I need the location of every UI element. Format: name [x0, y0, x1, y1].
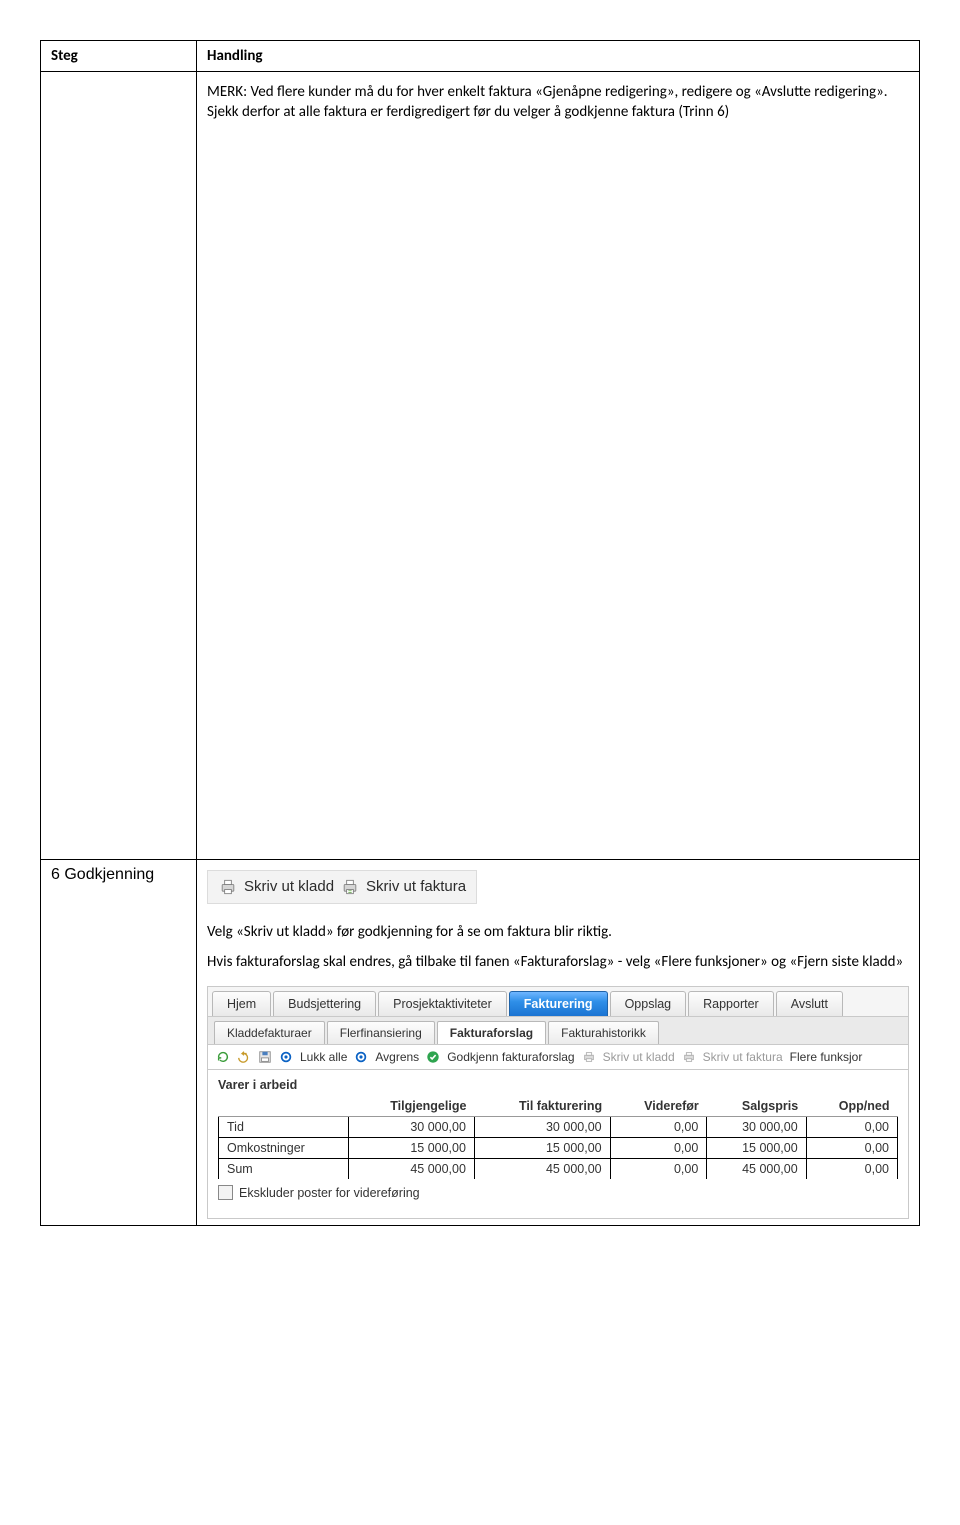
- toolbar-skriv-kladd: Skriv ut kladd: [603, 1050, 675, 1064]
- printer-icon: [682, 1050, 696, 1064]
- tab-budsjettering[interactable]: Budsjettering: [273, 991, 376, 1016]
- cell: 45 000,00: [707, 1159, 806, 1180]
- printer-icon: [582, 1050, 596, 1064]
- row-label: Sum: [219, 1159, 349, 1180]
- toolbar: Lukk alle Avgrens Godkjenn fakturaforsla…: [208, 1044, 908, 1070]
- toolbar-avgrens[interactable]: Avgrens: [375, 1050, 419, 1064]
- cell: 0,00: [610, 1159, 707, 1180]
- table-row: Sum 45 000,00 45 000,00 0,00 45 000,00 0…: [219, 1159, 898, 1180]
- header-handling: Handling: [197, 41, 920, 72]
- varer-title: Varer i arbeid: [218, 1078, 898, 1092]
- note-paragraph: MERK: Ved flere kunder må du for hver en…: [207, 82, 909, 123]
- refresh-icon[interactable]: [216, 1050, 230, 1064]
- step-cell-6: 6 Godkjenning: [41, 859, 197, 1226]
- tab-hjem[interactable]: Hjem: [212, 991, 271, 1016]
- subtab-fakturaforslag[interactable]: Fakturaforslag: [437, 1021, 546, 1044]
- secondary-tabs: Kladdefakturaer Flerfinansiering Faktura…: [208, 1016, 908, 1044]
- instruction-p1: Velg «Skriv ut kladd» før godkjenning fo…: [207, 922, 909, 942]
- printer-icon: [340, 877, 360, 897]
- cell: 0,00: [806, 1138, 897, 1159]
- app-screenshot: Hjem Budsjettering Prosjektaktiviteter F…: [207, 986, 909, 1219]
- check-green-icon: [426, 1050, 440, 1064]
- cell: 15 000,00: [707, 1138, 806, 1159]
- target-blue-icon: [354, 1050, 368, 1064]
- tab-oppslag[interactable]: Oppslag: [610, 991, 687, 1016]
- table-row: Omkostninger 15 000,00 15 000,00 0,00 15…: [219, 1138, 898, 1159]
- cell: 30 000,00: [474, 1117, 610, 1138]
- tab-prosjektaktiviteter[interactable]: Prosjektaktiviteter: [378, 991, 507, 1016]
- cell: 0,00: [610, 1117, 707, 1138]
- cell: 15 000,00: [474, 1138, 610, 1159]
- tab-avslutt[interactable]: Avslutt: [776, 991, 843, 1016]
- toolbar-flere-funksjoner[interactable]: Flere funksjor: [790, 1050, 863, 1064]
- col-empty: [219, 1096, 349, 1117]
- toolbar-godkjenn[interactable]: Godkjenn fakturaforslag: [447, 1050, 574, 1064]
- header-steg: Steg: [41, 41, 197, 72]
- cell: 15 000,00: [348, 1138, 474, 1159]
- subtab-kladdefakturaer[interactable]: Kladdefakturaer: [214, 1021, 325, 1044]
- cell: 45 000,00: [348, 1159, 474, 1180]
- primary-tabs: Hjem Budsjettering Prosjektaktiviteter F…: [208, 987, 908, 1016]
- printer-icon: [218, 877, 238, 897]
- cell: 30 000,00: [707, 1117, 806, 1138]
- cell: 0,00: [610, 1138, 707, 1159]
- instruction-p2: Hvis fakturaforslag skal endres, gå tilb…: [207, 952, 909, 972]
- step-cell-empty: [41, 72, 197, 860]
- col-salgspris: Salgspris: [707, 1096, 806, 1117]
- step-6-label: 6 Godkjenning: [51, 866, 186, 884]
- subtab-fakturahistorikk[interactable]: Fakturahistorikk: [548, 1021, 659, 1044]
- varer-table: Tilgjengelige Til fakturering Viderefør …: [218, 1096, 898, 1179]
- handling-cell-1: MERK: Ved flere kunder må du for hver en…: [197, 72, 920, 860]
- cell: 30 000,00: [348, 1117, 474, 1138]
- undo-icon[interactable]: [237, 1050, 251, 1064]
- handling-cell-2: Skriv ut kladd Skriv ut faktura Velg «Sk…: [197, 859, 920, 1226]
- target-blue-icon: [279, 1050, 293, 1064]
- exclude-checkbox[interactable]: [218, 1185, 233, 1200]
- toolbar-lukk-alle[interactable]: Lukk alle: [300, 1050, 347, 1064]
- cell: 0,00: [806, 1159, 897, 1180]
- print-kladd-label[interactable]: Skriv ut kladd: [244, 878, 334, 895]
- col-tilgjengelige: Tilgjengelige: [348, 1096, 474, 1117]
- toolbar-skriv-faktura: Skriv ut faktura: [703, 1050, 783, 1064]
- table-row: Tid 30 000,00 30 000,00 0,00 30 000,00 0…: [219, 1117, 898, 1138]
- save-icon[interactable]: [258, 1050, 272, 1064]
- print-faktura-label[interactable]: Skriv ut faktura: [366, 878, 466, 895]
- exclude-row: Ekskluder poster for videreføring: [218, 1185, 898, 1200]
- print-buttons-screenshot: Skriv ut kladd Skriv ut faktura: [207, 870, 477, 904]
- instruction-table: Steg Handling MERK: Ved flere kunder må …: [40, 40, 920, 1226]
- col-oppned: Opp/ned: [806, 1096, 897, 1117]
- tab-fakturering[interactable]: Fakturering: [509, 991, 608, 1016]
- col-tilfakturering: Til fakturering: [474, 1096, 610, 1117]
- panel-body: Varer i arbeid Tilgjengelige Til fakture…: [208, 1070, 908, 1218]
- cell: 0,00: [806, 1117, 897, 1138]
- col-viderefor: Viderefør: [610, 1096, 707, 1117]
- row-label: Tid: [219, 1117, 349, 1138]
- subtab-flerfinansiering[interactable]: Flerfinansiering: [327, 1021, 435, 1044]
- cell: 45 000,00: [474, 1159, 610, 1180]
- tab-rapporter[interactable]: Rapporter: [688, 991, 774, 1016]
- row-label: Omkostninger: [219, 1138, 349, 1159]
- exclude-label: Ekskluder poster for videreføring: [239, 1186, 420, 1200]
- vertical-spacer: [207, 133, 909, 853]
